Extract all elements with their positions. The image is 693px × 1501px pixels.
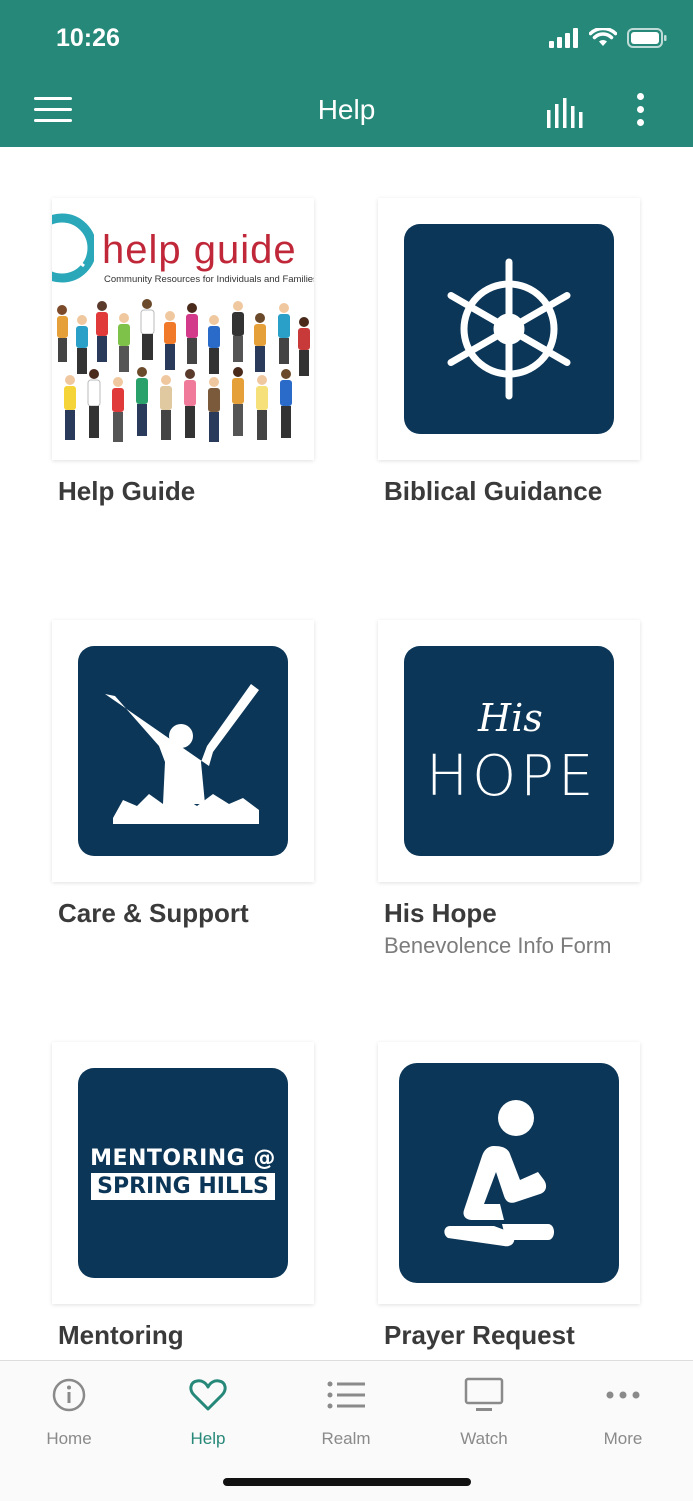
tab-label: Watch (460, 1429, 508, 1448)
tile-help-guide[interactable]: help guide Community Resources for Indiv… (52, 198, 314, 507)
tab-label: More (603, 1429, 643, 1448)
mentoring-line2: SPRING HILLS (91, 1173, 275, 1200)
help-guide-tagline: Community Resources for Individuals and … (104, 274, 314, 285)
tab-home[interactable]: Home (19, 1375, 119, 1449)
tab-help[interactable]: Help (158, 1375, 258, 1449)
praying-person-icon (399, 1063, 619, 1283)
monitor-icon (464, 1377, 504, 1411)
tab-watch[interactable]: Watch (434, 1375, 534, 1449)
tile-subtitle: Benevolence Info Form (384, 933, 612, 958)
tile-title: Biblical Guidance (384, 476, 603, 506)
heart-icon (189, 1379, 227, 1411)
tile-mentoring[interactable]: MENTORING @ SPRING HILLS Mentoring (52, 1042, 314, 1351)
signal-icon (549, 28, 578, 48)
help-guide-logo (52, 213, 94, 283)
more-horizontal-icon (606, 1391, 640, 1399)
tab-realm[interactable]: Realm (296, 1375, 396, 1449)
info-circle-icon (52, 1378, 86, 1412)
tile-title: Prayer Request (384, 1320, 575, 1350)
mentoring-line1: MENTORING @ (90, 1146, 276, 1171)
tile-title: His Hope (384, 898, 497, 928)
tile-title: Help Guide (58, 476, 196, 506)
page-title: Help (317, 94, 376, 125)
mentoring-logo: MENTORING @ SPRING HILLS (78, 1068, 288, 1278)
tile-prayer-request[interactable]: Prayer Request (378, 1042, 640, 1351)
ship-wheel-icon (404, 224, 614, 434)
battery-icon (627, 28, 667, 48)
status-icons (549, 28, 667, 48)
tab-label: Realm (321, 1429, 371, 1448)
app-header: 10:26 Help (0, 0, 693, 147)
raised-arms-silhouette-icon (78, 646, 288, 856)
tab-label: Home (46, 1429, 92, 1448)
his-hope-word: HOPE (426, 744, 598, 809)
tile-biblical-guidance[interactable]: Biblical Guidance (378, 198, 640, 507)
status-time: 10:26 (56, 24, 120, 52)
bar-chart-icon[interactable] (546, 96, 586, 128)
list-icon (327, 1381, 365, 1409)
tile-title: Care & Support (58, 898, 249, 928)
tile-title: Mentoring (58, 1320, 184, 1350)
tile-care-support[interactable]: Care & Support (52, 620, 314, 929)
more-vertical-icon[interactable] (634, 93, 646, 129)
wifi-icon (589, 28, 617, 46)
help-guide-headline: help guide (102, 228, 297, 272)
tile-his-hope[interactable]: His HOPE His Hope Benevolence Info Form (378, 620, 640, 959)
his-hope-logo: His HOPE (404, 646, 614, 856)
tab-label: Help (190, 1429, 226, 1448)
help-guide-image: help guide Community Resources for Indiv… (52, 198, 314, 460)
his-hope-script: His (478, 696, 543, 740)
home-indicator[interactable] (223, 1478, 471, 1486)
tab-more[interactable]: More (573, 1375, 673, 1449)
crowd-photo (57, 299, 310, 442)
